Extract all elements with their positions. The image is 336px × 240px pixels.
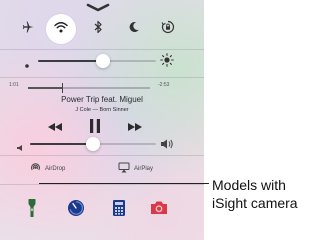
airplane-icon xyxy=(21,20,35,39)
airplay-icon xyxy=(118,162,130,175)
song-title: Power Trip feat. Miguel xyxy=(61,95,143,104)
bluetooth-toggle[interactable] xyxy=(83,14,113,44)
divider xyxy=(0,49,204,50)
song-artist-album: J Cole — Born Sinner xyxy=(75,107,129,113)
volume-high-icon xyxy=(160,137,174,155)
airdrop-button[interactable]: AirDrop xyxy=(30,162,65,175)
wifi-toggle[interactable] xyxy=(46,14,76,44)
callout-label: Models with iSight camera xyxy=(212,176,298,212)
elapsed-time: 1:01 xyxy=(9,82,19,88)
rotation-lock-icon xyxy=(161,20,175,39)
pause-icon xyxy=(88,119,102,138)
callout-line-2: iSight camera xyxy=(212,195,298,211)
brightness-thumb[interactable] xyxy=(95,54,110,68)
callout-leader-line xyxy=(39,183,209,184)
camera-icon xyxy=(149,200,169,220)
rotation-lock-toggle[interactable] xyxy=(153,14,183,44)
volume-slider[interactable] xyxy=(30,137,156,151)
calculator-icon xyxy=(112,199,126,222)
callout-line-1: Models with xyxy=(212,177,286,193)
rewind-icon xyxy=(46,120,64,137)
volume-thumb[interactable] xyxy=(86,137,100,151)
previous-track-button[interactable] xyxy=(46,120,64,138)
calculator-button[interactable] xyxy=(105,196,133,224)
dismiss-grabber[interactable] xyxy=(84,0,112,12)
moon-icon xyxy=(128,20,140,38)
camera-button[interactable] xyxy=(145,196,173,224)
control-center-panel: 1:01 -2:53 Power Trip feat. Miguel J Col… xyxy=(0,0,204,240)
flashlight-icon xyxy=(27,198,37,223)
divider xyxy=(0,155,204,156)
brightness-low-icon xyxy=(23,57,31,75)
airplay-button[interactable]: AirPlay xyxy=(118,162,153,175)
timer-button[interactable] xyxy=(62,196,90,224)
pause-button[interactable] xyxy=(88,118,102,139)
timer-icon xyxy=(67,199,85,222)
remaining-time: -2:53 xyxy=(158,82,170,88)
fast-forward-icon xyxy=(126,120,144,137)
airplane-mode-toggle[interactable] xyxy=(13,14,43,44)
airplay-label: AirPlay xyxy=(134,165,154,172)
divider xyxy=(0,184,204,185)
airdrop-icon xyxy=(30,162,41,175)
wifi-icon xyxy=(54,20,68,38)
divider xyxy=(0,77,204,78)
brightness-high-icon xyxy=(160,53,174,72)
settings-toggles-row xyxy=(0,14,204,48)
music-scrubber[interactable] xyxy=(28,83,150,93)
do-not-disturb-toggle[interactable] xyxy=(119,14,149,44)
airdrop-label: AirDrop xyxy=(45,165,66,172)
brightness-slider[interactable] xyxy=(38,54,156,68)
flashlight-button[interactable] xyxy=(18,196,46,224)
next-track-button[interactable] xyxy=(126,120,144,138)
bluetooth-icon xyxy=(93,20,103,39)
